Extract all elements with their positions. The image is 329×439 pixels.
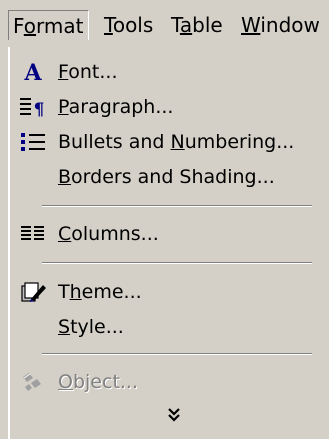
menu-table[interactable]: Table	[171, 10, 223, 40]
menu-item-bullets-numbering[interactable]: Bullets and Numbering...	[10, 125, 329, 159]
menu-item-label: Theme...	[58, 281, 142, 303]
bullets-icon	[18, 129, 48, 155]
menu-item-theme[interactable]: Theme...	[10, 275, 329, 309]
menu-item-paragraph[interactable]: ¶ Paragraph...	[10, 90, 329, 124]
menu-separator	[42, 205, 312, 207]
paragraph-icon: ¶	[18, 94, 48, 120]
menu-item-style[interactable]: Style...	[10, 310, 329, 344]
menu-tools[interactable]: Tools	[104, 10, 153, 40]
svg-text:A: A	[23, 60, 42, 85]
svg-text:¶: ¶	[34, 100, 45, 120]
menu-separator	[42, 262, 312, 264]
menu-item-label: Columns...	[58, 223, 159, 245]
format-dropdown-menu: A Font... ¶ Paragraph... Bullets and Num…	[8, 47, 329, 439]
font-icon: A	[18, 59, 48, 85]
menu-bar: Format Tools Table Window	[0, 0, 329, 48]
menu-item-borders-shading[interactable]: Borders and Shading...	[10, 160, 329, 194]
menu-item-label: Paragraph...	[58, 96, 174, 118]
menu-item-columns[interactable]: Columns...	[10, 217, 329, 251]
expand-menu-button[interactable]	[160, 403, 188, 431]
menu-format[interactable]: Format	[8, 10, 89, 40]
columns-icon	[18, 221, 48, 247]
menu-item-label: Font...	[58, 61, 118, 83]
menu-item-object: Object...	[10, 365, 329, 399]
menu-item-label: Bullets and Numbering...	[58, 131, 295, 153]
theme-icon	[18, 279, 48, 305]
menu-item-font[interactable]: A Font...	[10, 55, 329, 89]
menu-item-label: Object...	[58, 371, 139, 393]
double-chevron-down-icon	[167, 407, 181, 427]
menu-window[interactable]: Window	[241, 10, 320, 40]
menu-separator	[42, 353, 312, 355]
menu-item-label: Borders and Shading...	[58, 166, 275, 188]
object-icon	[18, 369, 48, 395]
menu-item-label: Style...	[58, 316, 124, 338]
